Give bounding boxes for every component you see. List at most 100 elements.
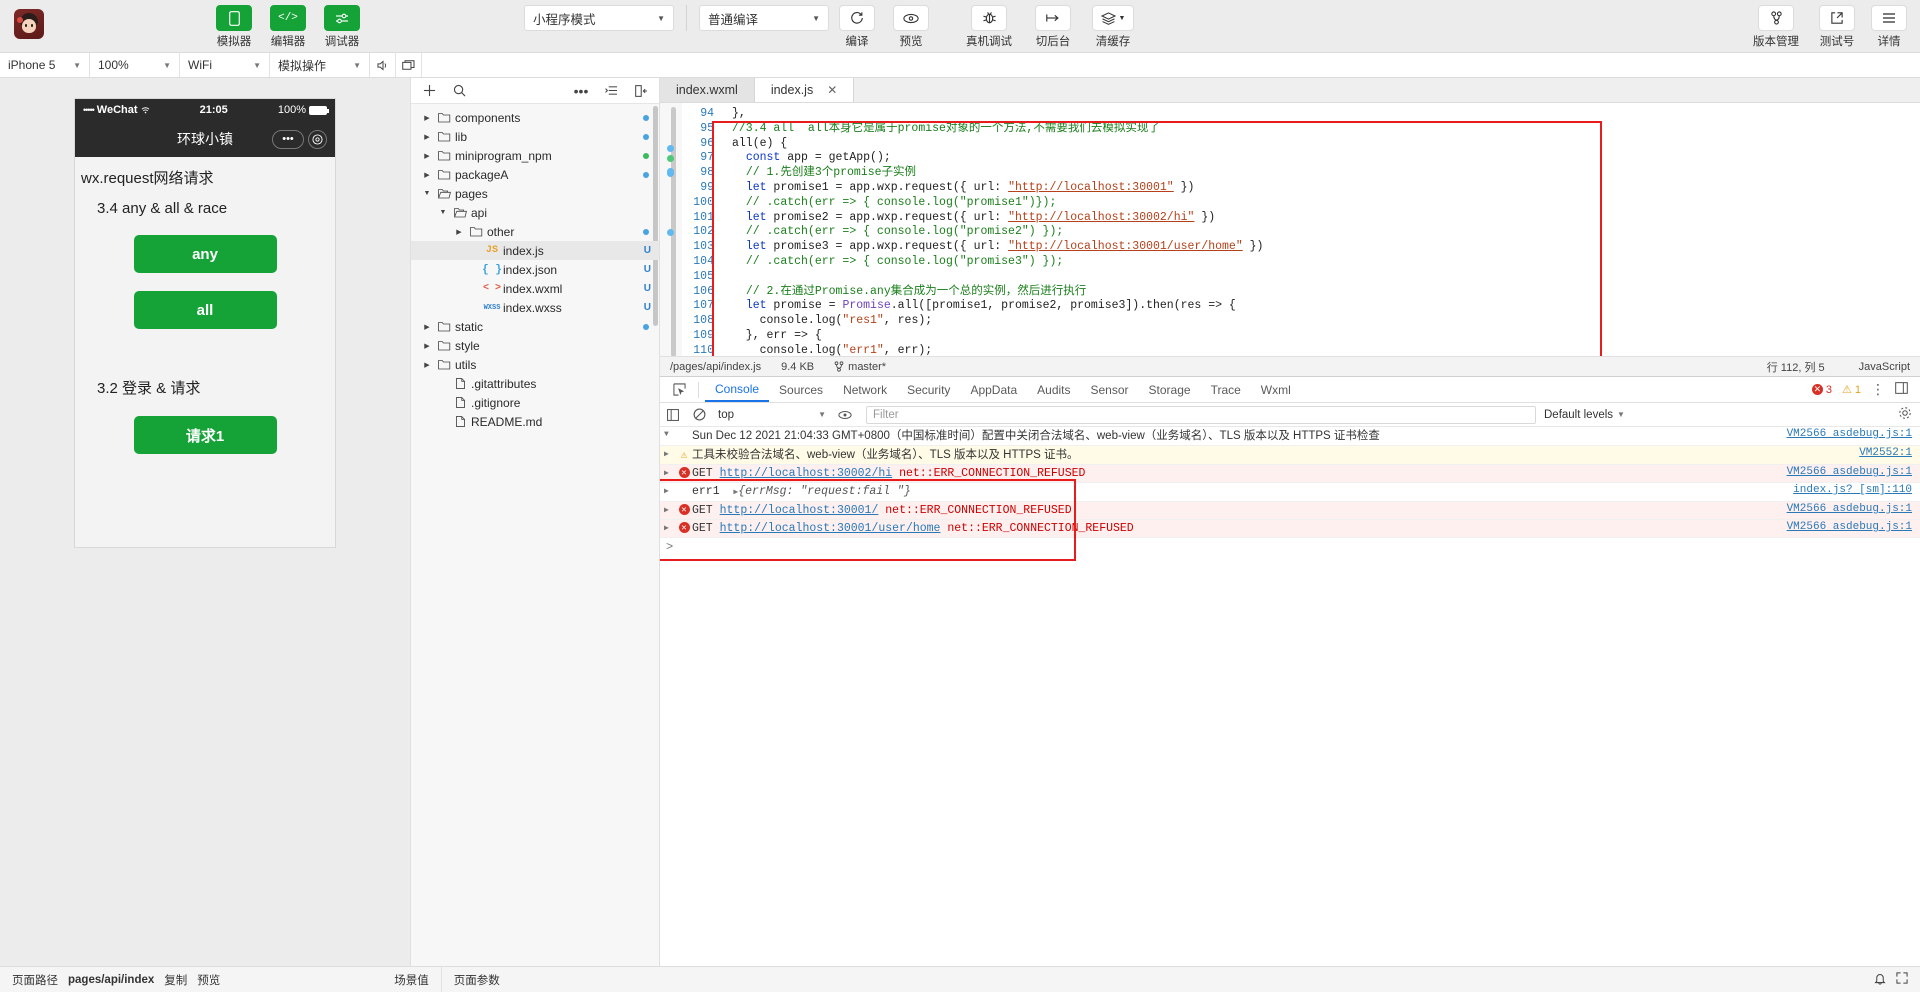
toolbar-button-clear-cache[interactable]: ▼ 清缓存	[1087, 5, 1139, 49]
chevron-right-icon[interactable]	[421, 133, 433, 141]
file-tree-item-static[interactable]: static	[411, 317, 659, 336]
devtools-tab-audits[interactable]: Audits	[1027, 377, 1080, 402]
close-capsule-button[interactable]	[308, 129, 327, 149]
search-icon[interactable]	[445, 79, 473, 103]
chevron-right-icon[interactable]	[421, 152, 433, 160]
code-line[interactable]: let promise = Promise.all([promise1, pro…	[732, 299, 1920, 314]
chevron-right-icon[interactable]	[453, 228, 465, 236]
devtools-tab-wxml[interactable]: Wxml	[1251, 377, 1301, 402]
console-message-error[interactable]: ▶ ✕ GET http://localhost:30001/ net::ERR_C…	[660, 502, 1920, 520]
console-message-source[interactable]: index.js? [sm]:110	[1783, 484, 1912, 496]
warning-badge[interactable]: ⚠ 1	[1842, 383, 1861, 397]
bell-icon[interactable]	[1874, 972, 1886, 988]
file-tree-item-index-js[interactable]: JS index.js U	[411, 241, 659, 260]
chevron-right-icon[interactable]	[421, 171, 433, 179]
console-input-prompt[interactable]: >	[660, 538, 1920, 556]
file-tree-item--gitattributes[interactable]: .gitattributes	[411, 374, 659, 393]
file-tree-item--gitignore[interactable]: .gitignore	[411, 393, 659, 412]
code-line[interactable]: console.log("err1", err);	[732, 344, 1920, 356]
file-tree-item-lib[interactable]: lib	[411, 127, 659, 146]
file-tree-item-other[interactable]: other	[411, 222, 659, 241]
console-message-info[interactable]: ▼ Sun Dec 12 2021 21:04:33 GMT+0800（中国标准时…	[660, 427, 1920, 446]
project-mode-select[interactable]: 小程序模式 ▼	[524, 5, 674, 31]
copy-button[interactable]: 复制	[164, 972, 187, 988]
page-params-cell[interactable]: 页面参数	[442, 967, 512, 992]
more-icon[interactable]: •••	[567, 79, 595, 103]
expand-arrow-icon[interactable]: ▶	[664, 466, 676, 478]
console-filter-input[interactable]: Filter	[866, 405, 1536, 424]
file-tree-item-index-wxml[interactable]: < > index.wxml U	[411, 279, 659, 298]
devtools-tab-sources[interactable]: Sources	[769, 377, 833, 402]
expand-arrow-icon[interactable]: ▶	[664, 447, 676, 459]
expand-arrow-icon[interactable]: ▶	[664, 503, 676, 515]
console-url-link[interactable]: http://localhost:30002/hi	[720, 467, 893, 480]
devtools-tab-network[interactable]: Network	[833, 377, 897, 402]
file-tree-item-miniprogram-npm[interactable]: miniprogram_npm	[411, 146, 659, 165]
expand-arrow-icon[interactable]: ▶	[664, 521, 676, 533]
code-line[interactable]: },	[732, 107, 1920, 122]
code-line[interactable]: // 1.先创建3个promise子实例	[732, 166, 1920, 181]
console-message-source[interactable]: VM2566 asdebug.js:1	[1777, 428, 1912, 440]
toolbar-button-editor[interactable]: </> 编辑器	[266, 5, 310, 49]
console-sidebar-icon[interactable]	[660, 408, 686, 421]
file-tree-item-index-json[interactable]: { } index.json U	[411, 260, 659, 279]
toolbar-button-version-control[interactable]: 版本管理	[1750, 5, 1802, 49]
toolbar-button-background[interactable]: 切后台	[1029, 5, 1077, 49]
console-message-source[interactable]: VM2566 asdebug.js:1	[1777, 521, 1912, 533]
chevron-right-icon[interactable]	[421, 361, 433, 369]
chevron-down-icon[interactable]	[421, 190, 433, 197]
scale-select[interactable]: 100% ▼	[90, 53, 180, 77]
code-line[interactable]: console.log("res1", res);	[732, 314, 1920, 329]
chevron-down-icon[interactable]	[437, 209, 449, 216]
close-icon[interactable]: ✕	[827, 83, 837, 97]
screen-icon[interactable]	[396, 53, 422, 77]
file-tree-item-readme-md[interactable]: README.md	[411, 412, 659, 431]
devtools-tab-console[interactable]: Console	[705, 377, 770, 402]
expand-arrow-icon[interactable]: ▶	[664, 484, 676, 496]
error-badge[interactable]: ✕ 3	[1811, 384, 1832, 396]
code-line[interactable]: // .catch(err => { console.log("promise2…	[732, 225, 1920, 240]
file-tree-list[interactable]: components lib miniprogram_npm packageA page…	[411, 104, 659, 966]
file-tree-item-pages[interactable]: pages	[411, 184, 659, 203]
avatar[interactable]	[14, 9, 44, 39]
device-select[interactable]: iPhone 5 ▼	[0, 53, 90, 77]
editor-code-content[interactable]: },//3.4 all all本身它是属于promise对象的一个方法,不需要我…	[722, 103, 1920, 356]
toolbar-button-compile[interactable]: 编译	[835, 5, 879, 49]
devtools-tab-trace[interactable]: Trace	[1201, 377, 1251, 402]
console-message-error[interactable]: ▶ ✕ GET http://localhost:30001/user/home n…	[660, 520, 1920, 538]
console-message-source[interactable]: VM2566 asdebug.js:1	[1777, 466, 1912, 478]
file-tree-item-api[interactable]: api	[411, 203, 659, 222]
devtools-tab-appdata[interactable]: AppData	[960, 377, 1027, 402]
console-eye-icon[interactable]	[832, 410, 858, 420]
console-message-error[interactable]: ▶ ✕ GET http://localhost:30002/hi net::ERR…	[660, 465, 1920, 483]
any-button[interactable]: any	[133, 235, 277, 273]
console-message-source[interactable]: VM2566 asdebug.js:1	[1777, 503, 1912, 515]
network-select[interactable]: WiFi ▼	[180, 53, 270, 77]
expand-arrow-icon[interactable]: ▼	[664, 428, 676, 439]
chevron-right-icon[interactable]	[421, 323, 433, 331]
console-message-source[interactable]: VM2552:1	[1849, 447, 1912, 459]
devtools-tab-sensor[interactable]: Sensor	[1081, 377, 1139, 402]
console-url-link[interactable]: http://localhost:30001/	[720, 504, 879, 517]
console-context-select[interactable]: top ▼	[712, 409, 832, 421]
add-icon[interactable]	[415, 79, 443, 103]
speaker-icon[interactable]	[370, 53, 396, 77]
code-line[interactable]: all(e) {	[732, 137, 1920, 152]
more-capsule-button[interactable]: •••	[272, 129, 304, 149]
code-line[interactable]: // .catch(err => { console.log("promise1…	[732, 196, 1920, 211]
editor-tab-index-wxml[interactable]: index.wxml	[660, 78, 755, 102]
code-line[interactable]: let promise1 = app.wxp.request({ url: "h…	[732, 181, 1920, 196]
code-line[interactable]: }, err => {	[732, 329, 1920, 344]
file-tree-item-packagea[interactable]: packageA	[411, 165, 659, 184]
console-url-link[interactable]: http://localhost:30001/user/home	[720, 522, 941, 535]
file-tree-item-utils[interactable]: utils	[411, 355, 659, 374]
code-line[interactable]	[732, 270, 1920, 285]
toolbar-button-preview[interactable]: 预览	[889, 5, 933, 49]
status-branch-wrap[interactable]: master*	[834, 361, 886, 373]
file-tree-item-components[interactable]: components	[411, 108, 659, 127]
toolbar-button-debugger[interactable]: 调试器	[320, 5, 364, 49]
code-line[interactable]: //3.4 all all本身它是属于promise对象的一个方法,不需要我们去…	[732, 122, 1920, 137]
console-message-plain[interactable]: ▶ err1 ▶{errMsg: "request:fail "} index.js…	[660, 483, 1920, 502]
scene-value-cell[interactable]: 场景值	[382, 967, 442, 992]
toolbar-button-test-account[interactable]: 测试号	[1816, 5, 1858, 49]
